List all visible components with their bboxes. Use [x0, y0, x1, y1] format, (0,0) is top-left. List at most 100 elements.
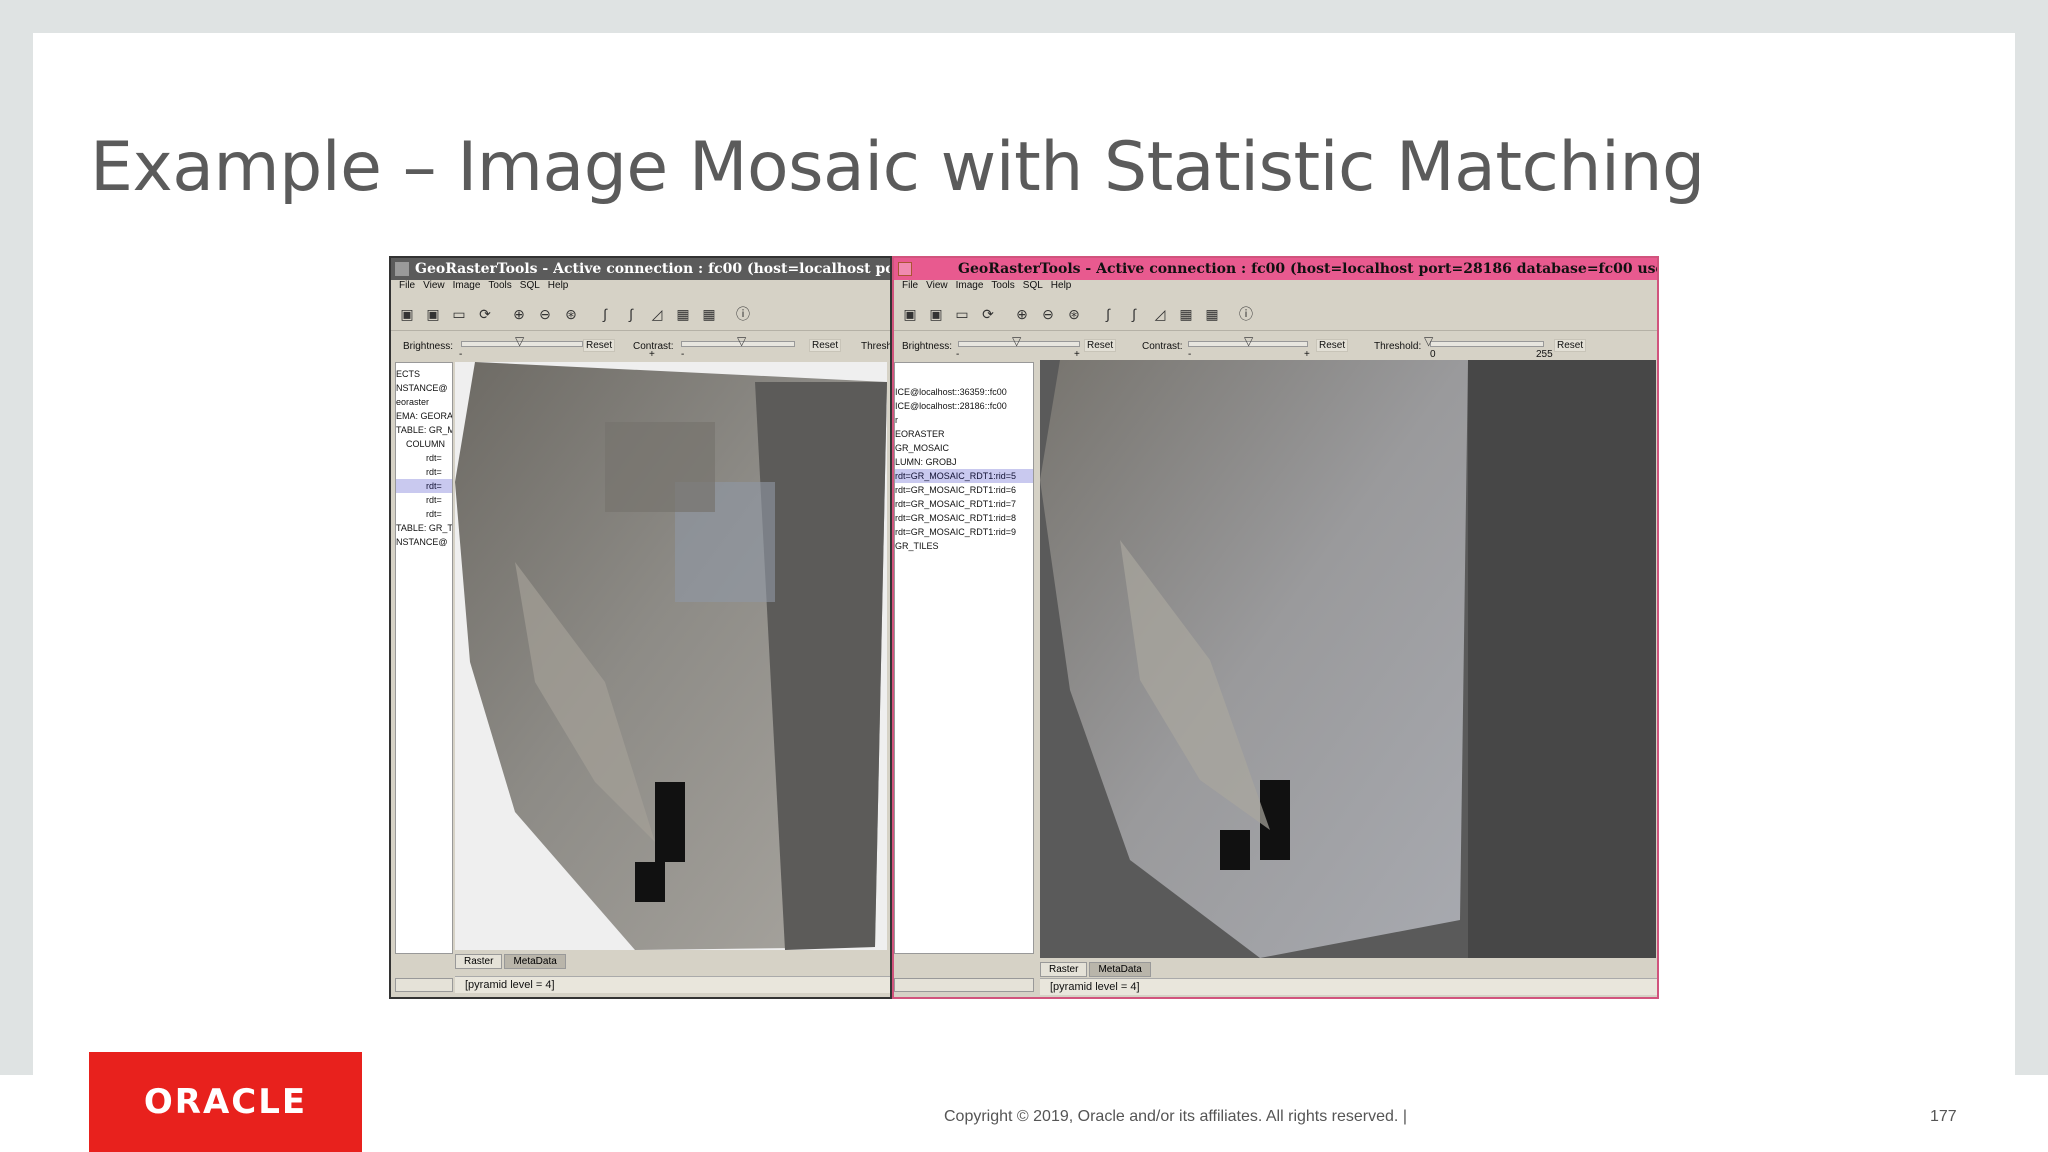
- tree-item[interactable]: GR_TILES: [895, 539, 1033, 553]
- tree-item[interactable]: rdt=: [396, 465, 452, 479]
- brightness-slider-knob[interactable]: ▽: [515, 335, 525, 347]
- brightness-max: +: [1074, 349, 1080, 360]
- tree-item[interactable]: ICE@localhost::36359::fc00: [895, 385, 1033, 399]
- image-icon[interactable]: ▦: [1176, 304, 1196, 324]
- window-menu-icon[interactable]: [395, 262, 409, 276]
- left-adjust-bar: Brightness: ▽ - + Reset Contrast: ▽ - Re…: [391, 332, 890, 362]
- histogram-icon[interactable]: ◿: [647, 304, 667, 324]
- open-icon[interactable]: ▣: [926, 304, 946, 324]
- menu-sql[interactable]: SQL: [520, 280, 540, 291]
- tree-item[interactable]: GR_MOSAIC: [895, 441, 1033, 455]
- menu-image[interactable]: Image: [453, 280, 481, 291]
- contrast-reset-button[interactable]: Reset: [809, 339, 842, 352]
- tree-item[interactable]: NSTANCE@: [396, 535, 452, 549]
- left-georaster-window[interactable]: GeoRasterTools - Active connection : fc0…: [389, 256, 892, 999]
- left-titlebar[interactable]: GeoRasterTools - Active connection : fc0…: [391, 258, 890, 280]
- left-object-tree[interactable]: ECTS NSTANCE@ eoraster EMA: GEORA TABLE:…: [395, 362, 453, 954]
- menu-file[interactable]: File: [399, 280, 415, 291]
- tree-horizontal-scrollbar[interactable]: [894, 978, 1034, 992]
- menu-help[interactable]: Help: [548, 280, 569, 291]
- threshold-label: Threshold:: [1374, 341, 1422, 352]
- tree-item[interactable]: ECTS: [396, 367, 452, 381]
- tree-item[interactable]: LUMN: GROBJ: [895, 455, 1033, 469]
- menu-tools[interactable]: Tools: [991, 280, 1014, 291]
- brightness-reset-button[interactable]: Reset: [583, 339, 616, 352]
- contrast-label: Contrast:: [1142, 341, 1183, 352]
- contrast-slider-knob[interactable]: ▽: [1244, 335, 1254, 347]
- image-icon[interactable]: ▦: [699, 304, 719, 324]
- right-status-bar: [pyramid level = 4]: [1040, 978, 1657, 995]
- image-icon[interactable]: ▦: [673, 304, 693, 324]
- tab-raster[interactable]: Raster: [1040, 962, 1088, 977]
- tree-item[interactable]: ICE@localhost::28186::fc00: [895, 399, 1033, 413]
- menu-view[interactable]: View: [423, 280, 445, 291]
- right-titlebar[interactable]: GeoRasterTools - Active connection : fc0…: [894, 258, 1657, 280]
- menu-sql[interactable]: SQL: [1023, 280, 1043, 291]
- right-object-tree[interactable]: ICE@localhost::36359::fc00 ICE@localhost…: [894, 362, 1034, 954]
- info-icon[interactable]: ⓘ: [1236, 304, 1256, 324]
- open-icon[interactable]: ▣: [397, 304, 417, 324]
- contrast-min: -: [1188, 349, 1192, 360]
- tree-item[interactable]: EORASTER: [895, 427, 1033, 441]
- tab-metadata[interactable]: MetaData: [1089, 962, 1151, 977]
- tree-item[interactable]: NSTANCE@: [396, 381, 452, 395]
- tree-item[interactable]: TABLE: GR_T: [396, 521, 452, 535]
- brightness-slider-knob[interactable]: ▽: [1012, 335, 1022, 347]
- zoom-out-icon[interactable]: ⊖: [535, 304, 555, 324]
- histogram-icon[interactable]: ◿: [1150, 304, 1170, 324]
- menu-image[interactable]: Image: [956, 280, 984, 291]
- contrast-slider-knob[interactable]: ▽: [737, 335, 747, 347]
- tree-item[interactable]: rdt=: [396, 507, 452, 521]
- folder-icon[interactable]: ▭: [952, 304, 972, 324]
- tree-item[interactable]: rdt=GR_MOSAIC_RDT1:rid=7: [895, 497, 1033, 511]
- tab-metadata[interactable]: MetaData: [504, 954, 566, 969]
- right-raster-view[interactable]: [1040, 360, 1656, 958]
- tree-item[interactable]: rdt=: [396, 451, 452, 465]
- zoom-fit-icon[interactable]: ⊛: [1064, 304, 1084, 324]
- stretch-icon[interactable]: ∫: [595, 304, 615, 324]
- menu-tools[interactable]: Tools: [488, 280, 511, 291]
- window-menu-icon[interactable]: [898, 262, 912, 276]
- stretch-icon[interactable]: ∫: [621, 304, 641, 324]
- left-raster-view[interactable]: [455, 362, 887, 950]
- tree-horizontal-scrollbar[interactable]: [395, 978, 453, 992]
- contrast-min: -: [681, 349, 685, 360]
- zoom-out-icon[interactable]: ⊖: [1038, 304, 1058, 324]
- tree-item[interactable]: COLUMN: [396, 437, 452, 451]
- tree-item[interactable]: rdt=GR_MOSAIC_RDT1:rid=8: [895, 511, 1033, 525]
- image-icon[interactable]: ▦: [1202, 304, 1222, 324]
- tree-item-selected[interactable]: rdt=GR_MOSAIC_RDT1:rid=5: [895, 469, 1033, 483]
- refresh-icon[interactable]: ⟳: [475, 304, 495, 324]
- folder-icon[interactable]: ▭: [449, 304, 469, 324]
- stretch-icon[interactable]: ∫: [1124, 304, 1144, 324]
- tree-item[interactable]: rdt=GR_MOSAIC_RDT1:rid=6: [895, 483, 1033, 497]
- threshold-slider[interactable]: [1430, 341, 1544, 347]
- right-adjust-bar: Brightness: ▽ - + Reset Contrast: ▽ - + …: [894, 332, 1657, 362]
- menu-view[interactable]: View: [926, 280, 948, 291]
- zoom-in-icon[interactable]: ⊕: [1012, 304, 1032, 324]
- refresh-icon[interactable]: ⟳: [978, 304, 998, 324]
- tree-item[interactable]: rdt=: [396, 479, 452, 493]
- tree-item[interactable]: rdt=: [396, 493, 452, 507]
- zoom-in-icon[interactable]: ⊕: [509, 304, 529, 324]
- stretch-icon[interactable]: ∫: [1098, 304, 1118, 324]
- menu-help[interactable]: Help: [1051, 280, 1072, 291]
- tree-item[interactable]: eoraster: [396, 395, 452, 409]
- info-icon[interactable]: ⓘ: [733, 304, 753, 324]
- brightness-label: Brightness:: [902, 341, 953, 352]
- threshold-slider-knob[interactable]: ▽: [1424, 335, 1434, 347]
- tree-item[interactable]: r: [895, 413, 1033, 427]
- brightness-reset-button[interactable]: Reset: [1084, 339, 1117, 352]
- right-georaster-window[interactable]: GeoRasterTools - Active connection : fc0…: [892, 256, 1659, 999]
- threshold-reset-button[interactable]: Reset: [1554, 339, 1587, 352]
- tree-item[interactable]: rdt=GR_MOSAIC_RDT1:rid=9: [895, 525, 1033, 539]
- tab-raster[interactable]: Raster: [455, 954, 503, 969]
- tree-item[interactable]: TABLE: GR_M: [396, 423, 452, 437]
- open-icon[interactable]: ▣: [423, 304, 443, 324]
- right-view-tabs: Raster MetaData: [1040, 962, 1153, 978]
- tree-item[interactable]: EMA: GEORA: [396, 409, 452, 423]
- menu-file[interactable]: File: [902, 280, 918, 291]
- open-icon[interactable]: ▣: [900, 304, 920, 324]
- contrast-reset-button[interactable]: Reset: [1316, 339, 1349, 352]
- zoom-fit-icon[interactable]: ⊛: [561, 304, 581, 324]
